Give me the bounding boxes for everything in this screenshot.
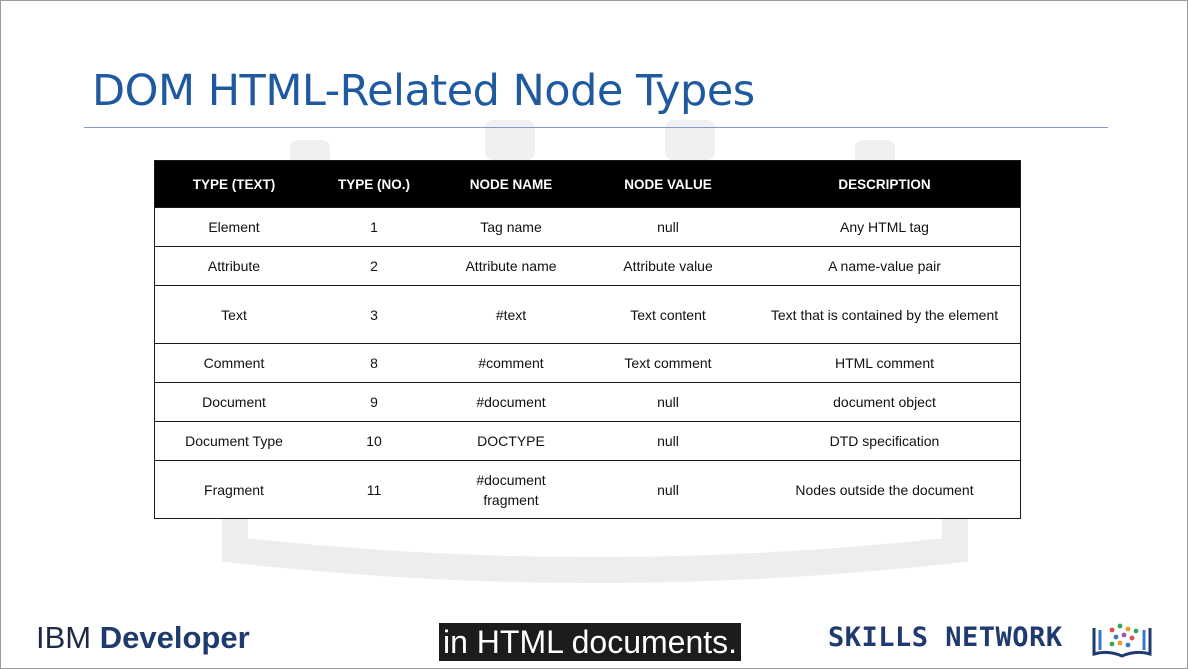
cell-node-name: Tag name (435, 207, 587, 247)
cell-type-no: 10 (313, 421, 435, 461)
cell-node-value: null (587, 460, 749, 519)
cell-type-text: Attribute (154, 246, 313, 286)
table-row: Document Type 10 DOCTYPE null DTD specif… (154, 421, 1021, 461)
table-row: Fragment 11 #document fragment null Node… (154, 460, 1021, 519)
cell-node-name-text: #document fragment (476, 471, 546, 508)
header-node-name: NODE NAME (435, 160, 587, 208)
cell-type-no: 11 (313, 460, 435, 519)
cell-type-no: 1 (313, 207, 435, 247)
cell-node-name: #comment (435, 343, 587, 383)
header-description: DESCRIPTION (749, 160, 1021, 208)
table-row: Attribute 2 Attribute name Attribute val… (154, 246, 1021, 286)
cell-type-text: Document Type (154, 421, 313, 461)
cell-type-no: 9 (313, 382, 435, 422)
cell-node-name: #text (435, 285, 587, 344)
header-type-no: TYPE (NO.) (313, 160, 435, 208)
table-header-row: TYPE (TEXT) TYPE (NO.) NODE NAME NODE VA… (154, 160, 1021, 208)
cell-type-no: 8 (313, 343, 435, 383)
cell-description: Nodes outside the document (749, 460, 1021, 519)
video-caption: in HTML documents. (439, 623, 742, 661)
ibm-developer-logo: IBM Developer (36, 622, 250, 653)
cell-type-text: Comment (154, 343, 313, 383)
cell-description: HTML comment (749, 343, 1021, 383)
cell-type-text: Document (154, 382, 313, 422)
header-node-value: NODE VALUE (587, 160, 749, 208)
node-types-table: TYPE (TEXT) TYPE (NO.) NODE NAME NODE VA… (154, 160, 1021, 519)
cell-description: DTD specification (749, 421, 1021, 461)
cell-node-value: Text comment (587, 343, 749, 383)
table-row: Text 3 #text Text content Text that is c… (154, 285, 1021, 344)
cell-description: document object (749, 382, 1021, 422)
cell-description: A name-value pair (749, 246, 1021, 286)
cell-node-value: null (587, 382, 749, 422)
cell-node-value: Attribute value (587, 246, 749, 286)
table-row: Comment 8 #comment Text comment HTML com… (154, 343, 1021, 383)
cell-type-text: Fragment (154, 460, 313, 519)
ibm-logo-prefix: IBM (36, 620, 100, 655)
ibm-logo-developer: Developer (99, 620, 250, 655)
slide-title: DOM HTML-Related Node Types (92, 66, 755, 116)
cell-type-no: 3 (313, 285, 435, 344)
cell-type-text: Text (154, 285, 313, 344)
cell-node-value: null (587, 207, 749, 247)
cell-node-name: DOCTYPE (435, 421, 587, 461)
cell-node-name: Attribute name (435, 246, 587, 286)
cell-description: Any HTML tag (749, 207, 1021, 247)
cell-node-value: null (587, 421, 749, 461)
table-row: Document 9 #document null document objec… (154, 382, 1021, 422)
cell-type-text: Element (154, 207, 313, 247)
cell-node-value: Text content (587, 285, 749, 344)
cell-node-name: #document fragment (435, 460, 587, 519)
cell-description: Text that is contained by the element (749, 285, 1021, 344)
skills-network-logo: SKILLS NETWORK (828, 622, 1063, 653)
cell-node-name: #document (435, 382, 587, 422)
book-with-dots-icon (1092, 623, 1152, 658)
title-divider (84, 127, 1108, 128)
header-type-text: TYPE (TEXT) (154, 160, 313, 208)
cell-type-no: 2 (313, 246, 435, 286)
table-row: Element 1 Tag name null Any HTML tag (154, 207, 1021, 247)
